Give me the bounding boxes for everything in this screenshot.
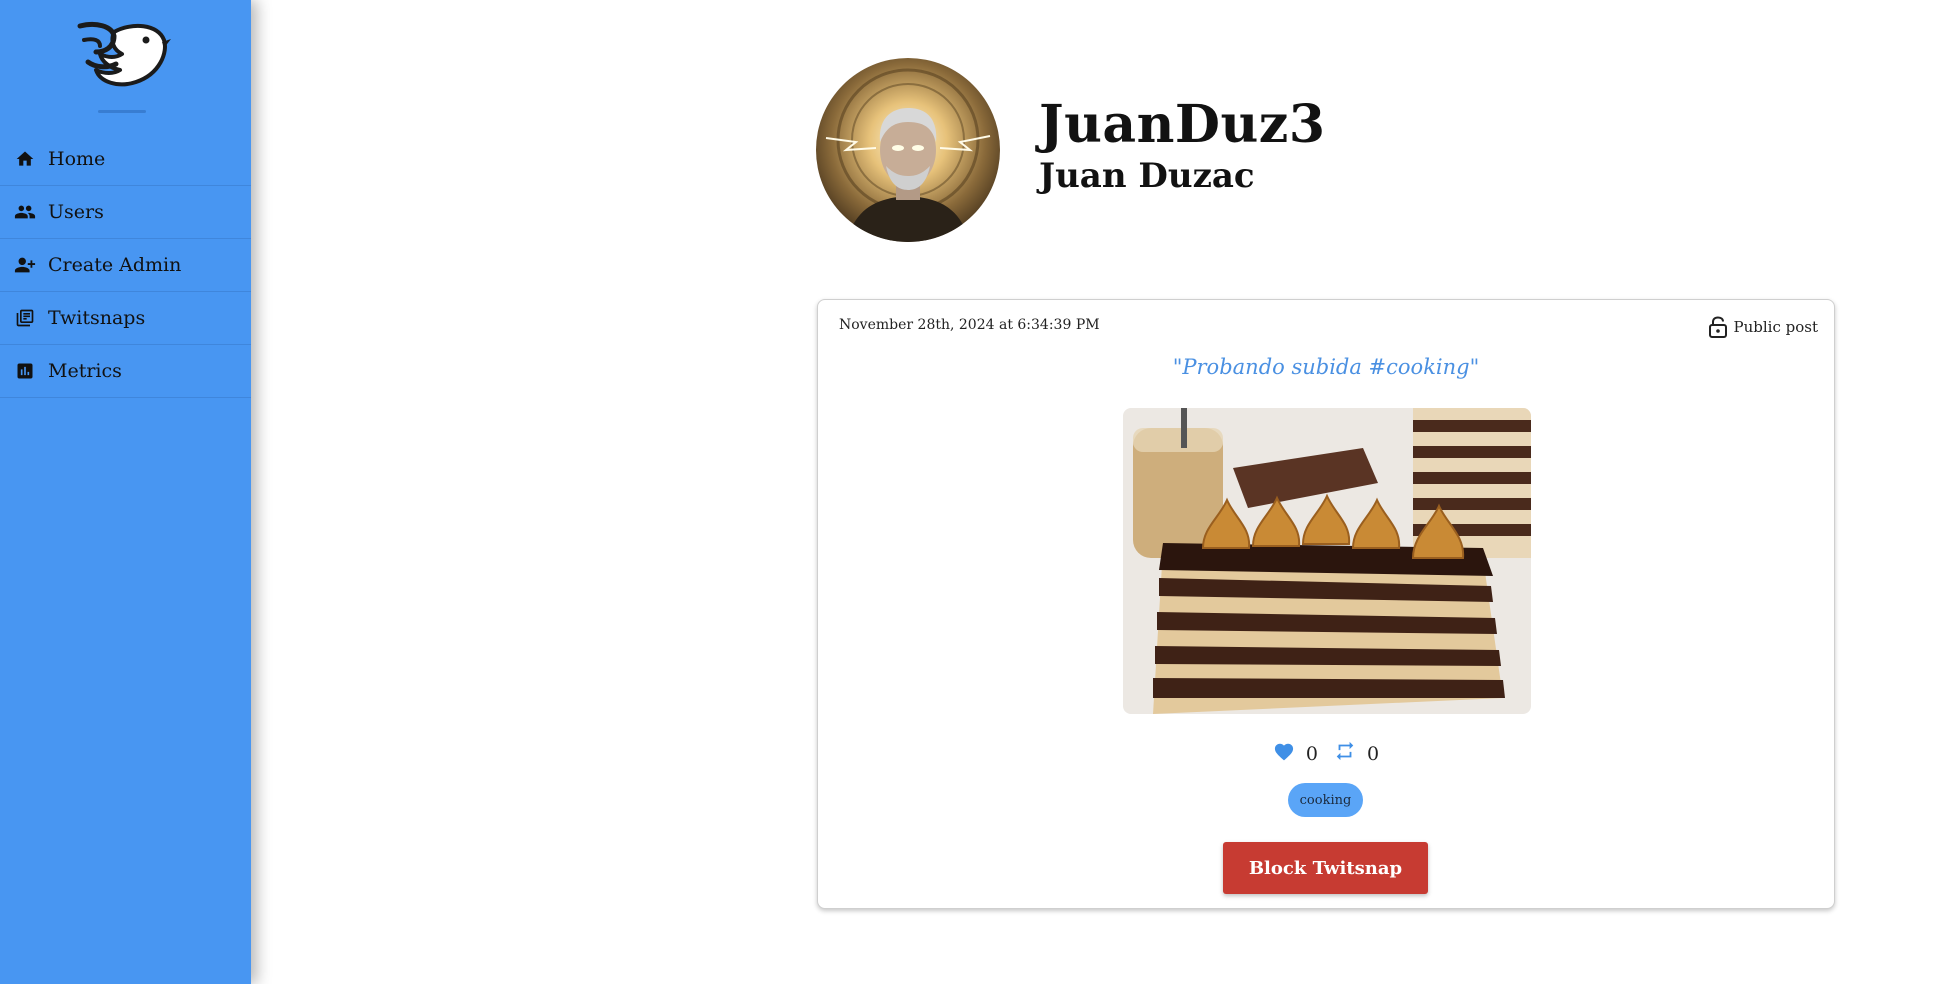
sidebar-item-label: Create Admin [48, 254, 182, 276]
sidebar-item-metrics[interactable]: Metrics [0, 345, 251, 398]
home-icon [13, 147, 37, 171]
retweets-stat[interactable]: 0 [1334, 740, 1379, 767]
block-twitsnap-button[interactable]: Block Twitsnap [1223, 842, 1428, 894]
profile-username: JuanDuz3 [1039, 94, 1326, 155]
repeat-icon[interactable] [1334, 740, 1356, 767]
sidebar-item-home[interactable]: Home [0, 133, 251, 186]
sidebar-item-create-admin[interactable]: Create Admin [0, 239, 251, 292]
post-image [1123, 408, 1531, 714]
sidebar-item-label: Metrics [48, 360, 122, 382]
post-stats: 0 0 [818, 740, 1834, 767]
bar-chart-icon [13, 359, 37, 383]
post-privacy: Public post [1708, 316, 1818, 338]
bird-logo-icon[interactable] [74, 18, 172, 90]
retweets-count: 0 [1367, 742, 1380, 765]
hashtag-chip[interactable]: cooking [1288, 783, 1363, 817]
likes-stat[interactable]: 0 [1273, 741, 1318, 766]
privacy-label: Public post [1733, 318, 1818, 336]
sidebar-item-label: Twitsnaps [48, 307, 146, 329]
library-icon [13, 306, 37, 330]
person-add-icon [13, 253, 37, 277]
avatar [816, 58, 1000, 242]
heart-icon[interactable] [1273, 741, 1295, 766]
sidebar: Home Users Create Admin Twitsnaps Metric… [0, 0, 251, 984]
sidebar-item-twitsnaps[interactable]: Twitsnaps [0, 292, 251, 345]
twitsnap-card: November 28th, 2024 at 6:34:39 PM Public… [817, 299, 1835, 909]
users-icon [13, 200, 37, 224]
logo-divider [98, 110, 146, 113]
post-text: "Probando subida #cooking" [1172, 355, 1480, 379]
sidebar-nav: Home Users Create Admin Twitsnaps Metric… [0, 133, 251, 398]
main-content: JuanDuz3 Juan Duzac November 28th, 2024 … [251, 0, 1948, 984]
likes-count: 0 [1305, 742, 1318, 765]
post-date: November 28th, 2024 at 6:34:39 PM [839, 317, 1100, 333]
sidebar-item-label: Users [48, 201, 104, 223]
unlock-icon [1708, 316, 1728, 338]
sidebar-item-users[interactable]: Users [0, 186, 251, 239]
profile-full-name: Juan Duzac [1039, 156, 1255, 196]
sidebar-item-label: Home [48, 148, 106, 170]
